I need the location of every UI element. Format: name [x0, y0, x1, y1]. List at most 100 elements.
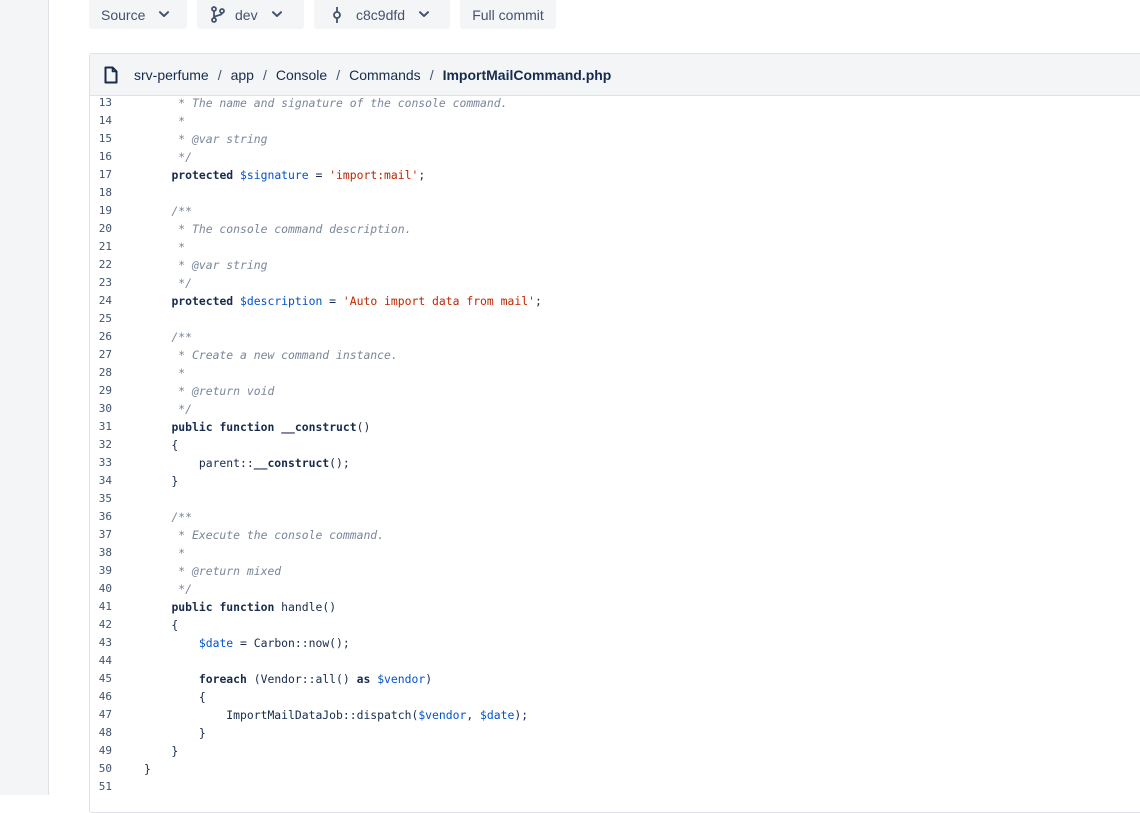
code-line: 30 */ [90, 400, 1140, 418]
line-number[interactable]: 34 [90, 472, 112, 490]
line-number[interactable]: 33 [90, 454, 112, 472]
code-string: 'import:mail' [329, 168, 419, 182]
line-number[interactable]: 35 [90, 490, 112, 508]
line-source: */ [112, 274, 192, 292]
breadcrumb-item-repo[interactable]: srv-perfume [134, 67, 209, 83]
line-number[interactable]: 18 [90, 184, 112, 202]
code-comment: * Execute the console command. [144, 528, 385, 542]
line-number[interactable]: 40 [90, 580, 112, 598]
line-number[interactable]: 46 [90, 688, 112, 706]
code-text: ; [534, 294, 542, 308]
branch-icon [211, 6, 225, 23]
code-text: } [144, 762, 151, 776]
line-source: protected $signature = 'import:mail'; [112, 166, 425, 184]
code-keyword: function [219, 600, 275, 614]
code-text: , [466, 708, 481, 722]
code-keyword: public [171, 600, 213, 614]
code-line: 43 $date = Carbon::now(); [90, 634, 1140, 652]
line-source: } [112, 742, 178, 760]
line-number[interactable]: 31 [90, 418, 112, 436]
code-line: 22 * @var string [90, 256, 1140, 274]
code-variable: $date [198, 636, 234, 650]
line-number[interactable]: 48 [90, 724, 112, 742]
line-number[interactable]: 51 [90, 778, 112, 796]
line-number[interactable]: 21 [90, 238, 112, 256]
line-number[interactable]: 30 [90, 400, 112, 418]
code-function: __construct [281, 420, 357, 434]
line-number[interactable]: 23 [90, 274, 112, 292]
code-line: 33 parent::__construct(); [90, 454, 1140, 472]
breadcrumb-item-commands[interactable]: Commands [349, 67, 421, 83]
line-number[interactable]: 36 [90, 508, 112, 526]
code-text: } [144, 726, 206, 740]
code-text: parent:: [144, 456, 254, 470]
file-header: srv-perfume / app / Console / Commands /… [90, 54, 1140, 96]
line-source: /** [112, 202, 192, 220]
line-number[interactable]: 50 [90, 760, 112, 778]
line-number[interactable]: 24 [90, 292, 112, 310]
line-number[interactable]: 19 [90, 202, 112, 220]
line-number[interactable]: 44 [90, 652, 112, 670]
code-line: 47 ImportMailDataJob::dispatch($vendor, … [90, 706, 1140, 724]
code-line: 35 [90, 490, 1140, 508]
commit-icon [332, 6, 342, 24]
line-source: * The name and signature of the console … [112, 94, 507, 112]
line-source: public function handle() [112, 598, 336, 616]
code-comment: * [144, 366, 186, 380]
breadcrumb-item-console[interactable]: Console [276, 67, 327, 83]
line-number[interactable]: 47 [90, 706, 112, 724]
code-line: 45 foreach (Vendor::all() as $vendor) [90, 670, 1140, 688]
commit-dropdown[interactable]: c8c9dfd [314, 0, 450, 29]
line-number[interactable]: 17 [90, 166, 112, 184]
code-comment: */ [144, 150, 193, 164]
line-number[interactable]: 38 [90, 544, 112, 562]
line-source: * @var string [112, 130, 267, 148]
code-line: 25 [90, 310, 1140, 328]
line-number[interactable]: 20 [90, 220, 112, 238]
line-source: */ [112, 400, 192, 418]
line-number[interactable]: 37 [90, 526, 112, 544]
code-variable: $vendor [377, 672, 426, 686]
line-number[interactable]: 45 [90, 670, 112, 688]
line-source: public function __construct() [112, 418, 370, 436]
line-source: $date = Carbon::now(); [112, 634, 350, 652]
line-source [112, 778, 144, 796]
line-number[interactable]: 39 [90, 562, 112, 580]
code-text: (); [329, 456, 350, 470]
line-number[interactable]: 32 [90, 436, 112, 454]
line-source: { [112, 436, 178, 454]
line-number[interactable]: 28 [90, 364, 112, 382]
line-number[interactable]: 26 [90, 328, 112, 346]
line-number[interactable]: 49 [90, 742, 112, 760]
source-dropdown[interactable]: Source [89, 0, 187, 29]
line-number[interactable]: 25 [90, 310, 112, 328]
full-commit-button[interactable]: Full commit [460, 0, 556, 29]
line-number[interactable]: 42 [90, 616, 112, 634]
line-source: * @return mixed [112, 562, 281, 580]
file-viewer: srv-perfume / app / Console / Commands /… [89, 53, 1140, 813]
code-variable: $description [240, 294, 323, 308]
line-number[interactable]: 13 [90, 94, 112, 112]
line-number[interactable]: 41 [90, 598, 112, 616]
line-number[interactable]: 27 [90, 346, 112, 364]
code-comment: * The name and signature of the console … [144, 96, 508, 110]
code-keyword: foreach [198, 672, 247, 686]
line-source: } [112, 472, 178, 490]
code-text: } [144, 744, 179, 758]
line-number[interactable]: 29 [90, 382, 112, 400]
line-number[interactable]: 14 [90, 112, 112, 130]
branch-dropdown[interactable]: dev [197, 0, 304, 29]
code-line: 24 protected $description = 'Auto import… [90, 292, 1140, 310]
breadcrumb-item-app[interactable]: app [231, 67, 254, 83]
line-number[interactable]: 16 [90, 148, 112, 166]
line-source [112, 184, 144, 202]
code-line: 13 * The name and signature of the conso… [90, 94, 1140, 112]
code-line: 38 * [90, 544, 1140, 562]
line-number[interactable]: 43 [90, 634, 112, 652]
line-number[interactable]: 15 [90, 130, 112, 148]
source-toolbar: Source dev c8c9dfd Full commit [89, 0, 556, 29]
line-number[interactable]: 22 [90, 256, 112, 274]
commit-label: c8c9dfd [356, 6, 406, 23]
line-source: */ [112, 580, 192, 598]
